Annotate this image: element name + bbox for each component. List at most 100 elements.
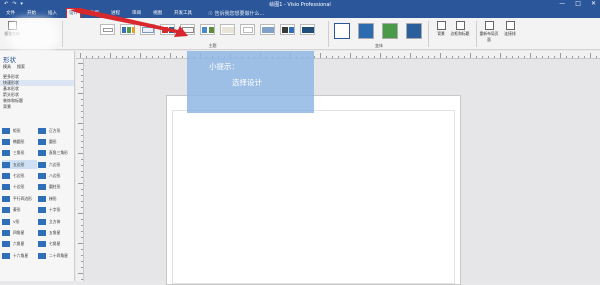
ruler-tick: [81, 81, 83, 82]
ruler-tick: [452, 56, 453, 58]
shape-item[interactable]: V形: [2, 217, 37, 226]
shape-label: 二十四角星: [49, 252, 68, 258]
tab-search[interactable]: 搜索: [17, 64, 25, 70]
backgrounds-button[interactable]: 背景: [433, 21, 449, 37]
theme-thumbnail[interactable]: [200, 24, 215, 35]
shape-item[interactable]: 七边形: [2, 172, 37, 181]
shape-row: 三角形 直角三角形: [0, 147, 74, 158]
ruler-tick: [81, 105, 83, 106]
variant-thumbnail[interactable]: [334, 23, 350, 39]
shape-item[interactable]: 五边形: [2, 160, 37, 170]
shape-label: 十字形: [49, 207, 61, 213]
ruler-tick: [81, 267, 83, 268]
ruler-tick: [332, 56, 333, 58]
horizontal-ruler: [76, 51, 600, 59]
shape-item[interactable]: 二十四角星: [38, 251, 73, 260]
ruler-tick: [566, 56, 567, 58]
shape-row: V形 立方体: [0, 215, 74, 226]
theme-thumbnail[interactable]: [300, 24, 315, 35]
shapes-subtabs: 模具 搜索: [3, 64, 25, 70]
ruler-tick: [470, 53, 471, 58]
borders-titles-button[interactable]: 边框和标题: [449, 21, 471, 37]
shape-item[interactable]: 六边形: [38, 160, 73, 169]
shape-label: 六边形: [49, 161, 61, 167]
theme-thumbnail[interactable]: [240, 24, 255, 35]
tab-home[interactable]: 开始: [25, 9, 38, 18]
shape-item[interactable]: 六角星: [2, 240, 37, 249]
shape-item[interactable]: 四角星: [2, 229, 37, 238]
window-title: 绘图1 - Visio Professional: [269, 2, 331, 8]
variant-thumbnail[interactable]: [382, 23, 398, 39]
tab-insert[interactable]: 插入: [46, 9, 59, 18]
group-separator: [328, 21, 329, 47]
ruler-tick: [81, 75, 83, 76]
stencil-backgrounds[interactable]: 背景: [0, 104, 74, 110]
shape-item[interactable]: 矩形: [2, 126, 37, 135]
shape-item[interactable]: 十边形: [2, 183, 37, 192]
ruler-tick: [398, 56, 399, 58]
shape-item[interactable]: 七角星: [38, 240, 73, 249]
shape-item[interactable]: 椭圆形: [2, 137, 37, 146]
maximize-button[interactable]: □: [575, 0, 581, 7]
ruler-tick: [524, 56, 525, 58]
shape-item[interactable]: 八边形: [38, 172, 73, 181]
ruler-tick: [458, 56, 459, 58]
ruler-tick: [81, 177, 83, 178]
shape-item[interactable]: 正方形: [38, 126, 73, 135]
variant-thumbnail[interactable]: [406, 23, 422, 39]
ruler-tick: [476, 56, 477, 58]
shape-row: 十边形 圆柱形: [0, 181, 74, 192]
shape-row: 六角星 七角星: [0, 238, 74, 249]
relayout-button[interactable]: 重新布局页面: [478, 21, 500, 43]
shape-item[interactable]: 五角星: [38, 229, 73, 238]
shape-glyph-icon: [38, 218, 46, 225]
tab-stencils[interactable]: 模具: [3, 64, 11, 70]
ruler-tick: [81, 135, 83, 136]
ruler-tick: [81, 99, 83, 100]
shape-item[interactable]: 菱形: [2, 206, 37, 215]
shape-item[interactable]: 十字形: [38, 206, 73, 215]
ruler-tick: [104, 56, 105, 58]
shape-item[interactable]: 十六角星: [2, 251, 37, 260]
shape-label: 七角星: [49, 241, 61, 247]
ruler-tick: [81, 117, 83, 118]
drawing-page[interactable]: [166, 95, 461, 285]
theme-thumbnail[interactable]: [280, 24, 295, 35]
ruler-tick: [530, 53, 531, 58]
shape-item[interactable]: 直角三角形: [38, 149, 73, 158]
shape-item[interactable]: 圆形: [38, 137, 73, 146]
theme-thumbnail[interactable]: [220, 24, 235, 35]
connector-icon: [505, 21, 515, 30]
shape-row: 菱形 十字形: [0, 204, 74, 215]
shape-item[interactable]: 立方体: [38, 217, 73, 226]
shape-row: 四角星 五角星: [0, 227, 74, 238]
ruler-tick: [78, 243, 83, 244]
minimize-button[interactable]: —: [559, 0, 565, 7]
shape-item[interactable]: 圆柱形: [38, 183, 73, 192]
shape-row: 矩形 正方形: [0, 124, 74, 135]
theme-thumbnail[interactable]: [260, 24, 275, 35]
shape-glyph-icon: [2, 173, 10, 180]
ruler-tick: [81, 129, 83, 130]
shape-glyph-icon: [2, 207, 10, 214]
shapes-panel: 形状 模具 搜索 更多形状 快速形状 基本形状 箭头形状 装饰和标题 背景 矩形…: [0, 51, 75, 281]
ruler-tick: [164, 56, 165, 58]
variant-thumbnail[interactable]: [358, 23, 374, 39]
ruler-tick: [596, 56, 597, 58]
lightbulb-icon: ☉: [208, 10, 213, 17]
tell-me-box[interactable]: ☉ 告诉我您想要做什么...: [208, 10, 264, 18]
shape-item[interactable]: 平行四边形: [2, 194, 37, 203]
shape-label: 四角星: [13, 230, 25, 236]
connectors-button[interactable]: 连接线: [502, 21, 518, 37]
shape-label: 八边形: [49, 173, 61, 179]
ruler-tick: [428, 56, 429, 58]
ruler-tick: [81, 249, 83, 250]
shape-item[interactable]: 梯形: [38, 194, 73, 203]
ruler-tick: [81, 111, 83, 112]
shape-item[interactable]: 三角形: [2, 149, 37, 158]
shape-glyph-icon: [2, 161, 10, 168]
tab-file[interactable]: 文件: [4, 9, 17, 18]
ruler-tick: [176, 56, 177, 58]
close-button[interactable]: ✕: [591, 0, 596, 7]
ruler-tick: [326, 56, 327, 58]
